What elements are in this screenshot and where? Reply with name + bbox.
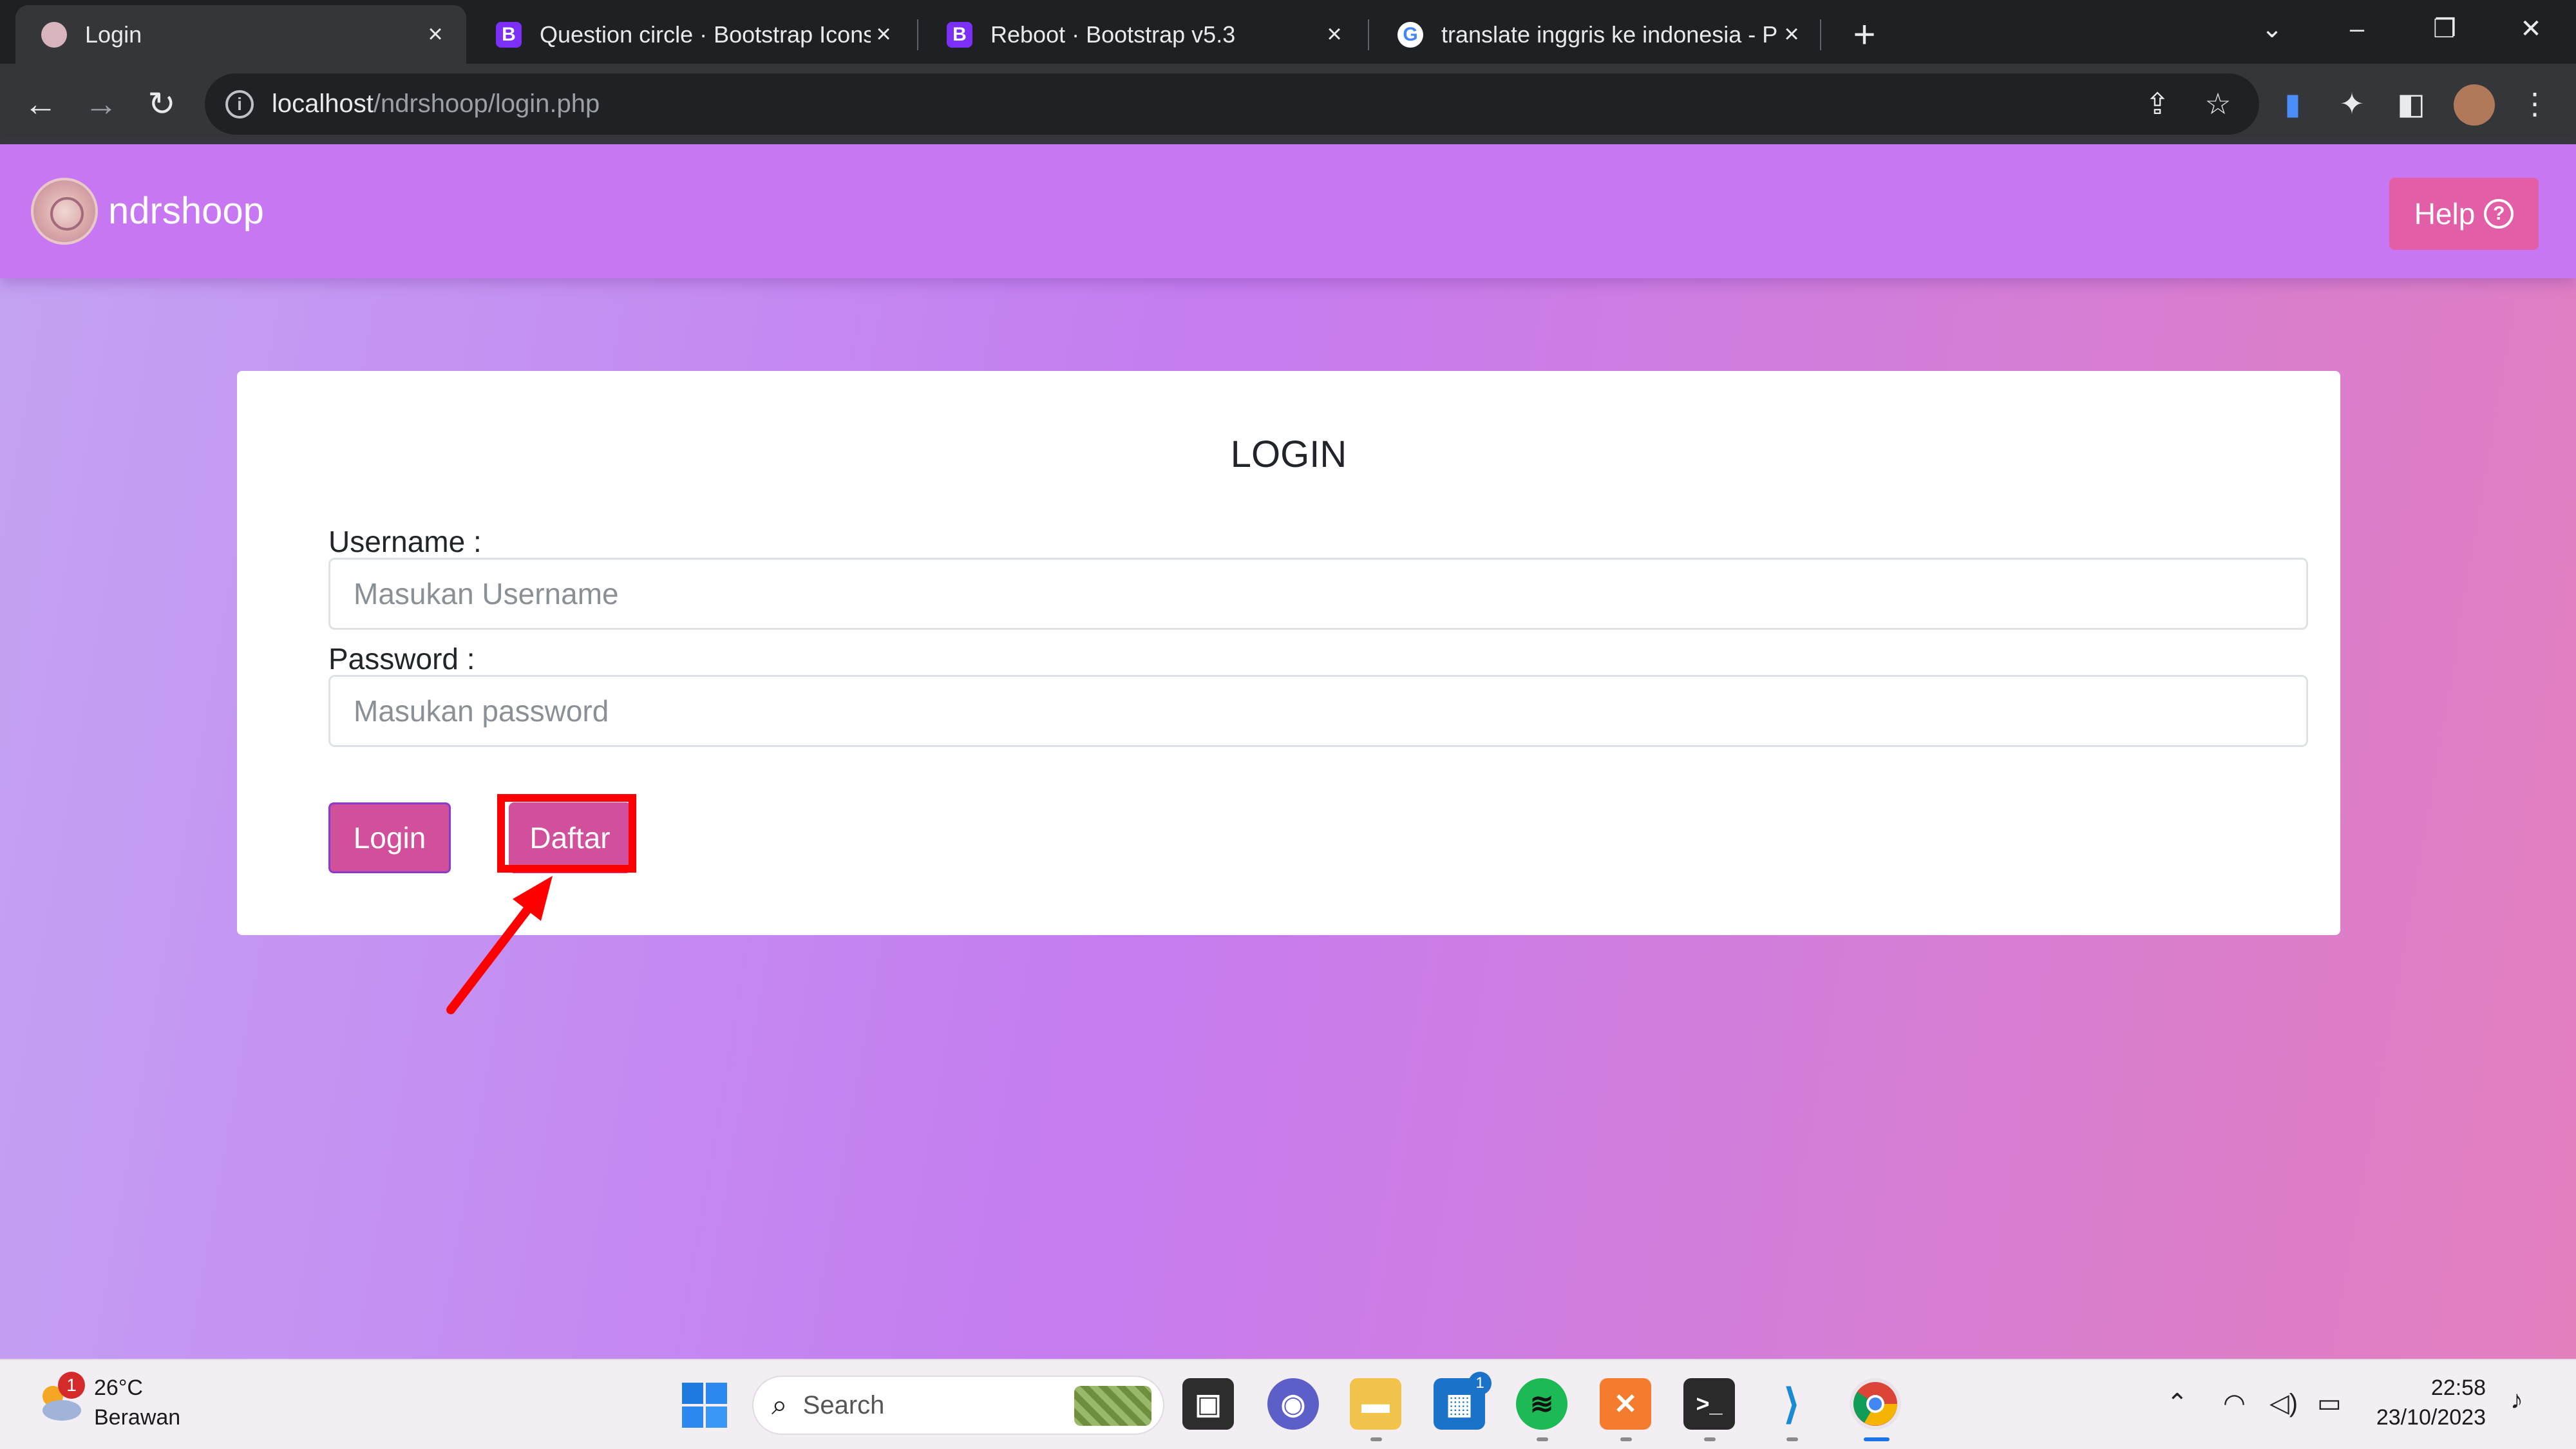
page-background: ndrshoop Help ? LOGIN Username : Passwor… (0, 144, 2576, 1359)
active-indicator (1864, 1437, 1889, 1441)
bootstrap-icon: B (947, 21, 972, 48)
notification-bell-icon[interactable]: ♪ (2510, 1386, 2523, 1415)
clock-date[interactable]: 23/10/2023 (2351, 1405, 2486, 1430)
login-button[interactable]: Login (328, 802, 451, 873)
username-label: Username : (328, 525, 482, 558)
login-title: LOGIN (1230, 433, 1347, 475)
tab-divider (1820, 19, 1821, 50)
google-icon: G (1397, 21, 1423, 48)
tab-google-translate[interactable]: G translate inggris ke indonesia - P × (1372, 5, 1823, 64)
search-highlight-art (1074, 1386, 1151, 1426)
xampp-icon[interactable]: ✕ (1600, 1378, 1651, 1430)
bootstrap-icon: B (496, 21, 522, 48)
tab-search-icon[interactable]: ⌄ (2233, 0, 2311, 58)
help-button[interactable]: Help ? (2389, 178, 2539, 250)
windows-start-icon[interactable] (680, 1381, 729, 1430)
password-label: Password : (328, 642, 475, 676)
close-icon[interactable]: × (1321, 20, 1347, 48)
address-bar[interactable]: i localhost/ndrshoop/login.php (205, 73, 2259, 135)
tab-title: translate inggris ke indonesia - P (1441, 21, 1778, 48)
weather-temperature: 26°C (94, 1376, 143, 1400)
annotation-arrow-icon (446, 876, 553, 1014)
chrome-icon[interactable] (1850, 1378, 1901, 1430)
tab-bootstrap-icons[interactable]: B Question circle · Bootstrap Icons × (470, 5, 914, 64)
weather-description: Berawan (94, 1405, 181, 1430)
battery-icon[interactable]: ▭ (2317, 1388, 2342, 1418)
new-tab-icon[interactable]: + (1842, 12, 1887, 57)
profile-avatar[interactable] (2454, 84, 2495, 126)
help-label: Help (2414, 197, 2476, 231)
teams-chat-icon[interactable]: ◉ (1267, 1378, 1319, 1430)
close-icon[interactable]: × (422, 20, 448, 48)
password-input[interactable] (328, 675, 2308, 747)
running-indicator (1537, 1437, 1548, 1441)
browser-tab-bar: Login × B Question circle · Bootstrap Ic… (0, 0, 2576, 64)
forward-arrow-icon[interactable]: → (79, 82, 124, 127)
taskbar-search[interactable]: ⌕ Search (752, 1376, 1164, 1435)
tab-title: Question circle · Bootstrap Icons (540, 21, 871, 48)
wifi-icon[interactable]: ◠ (2223, 1388, 2246, 1418)
tab-divider (1368, 19, 1369, 50)
extensions-puzzle-icon[interactable]: ✦ (2333, 84, 2371, 123)
tab-title: Login (85, 21, 142, 48)
clock-time[interactable]: 22:58 (2351, 1376, 2486, 1401)
spotify-icon[interactable]: ≋ (1516, 1378, 1567, 1430)
volume-icon[interactable]: ◁) (2269, 1388, 2298, 1418)
tab-bootstrap-reboot[interactable]: B Reboot · Bootstrap v5.3 × (921, 5, 1365, 64)
share-icon[interactable]: ⇪ (2138, 84, 2177, 123)
search-label: Search (802, 1390, 885, 1419)
search-icon: ⌕ (772, 1389, 788, 1421)
brand-logo[interactable] (31, 178, 98, 245)
address-host: localhost (272, 90, 374, 118)
tab-divider (917, 19, 918, 50)
running-indicator (1786, 1437, 1798, 1441)
minimize-icon[interactable]: – (2318, 0, 2396, 58)
menu-kebab-icon[interactable]: ⋮ (2515, 84, 2554, 123)
side-panel-icon[interactable]: ◧ (2392, 84, 2430, 123)
running-indicator (1370, 1437, 1382, 1441)
site-navbar: ndrshoop Help ? (0, 144, 2576, 278)
terminal-icon[interactable]: >_ (1683, 1378, 1735, 1430)
username-input[interactable] (328, 558, 2308, 630)
close-icon[interactable]: × (871, 20, 896, 48)
store-badge: 1 (1468, 1372, 1492, 1395)
tab-title: Reboot · Bootstrap v5.3 (990, 21, 1236, 48)
brand-name[interactable]: ndrshoop (108, 189, 264, 232)
bookmark-star-icon[interactable]: ☆ (2199, 84, 2237, 123)
annotation-highlight-box (497, 794, 636, 873)
question-circle-icon: ? (2484, 199, 2514, 229)
browser-toolbar: ← → ↻ i localhost/ndrshoop/login.php ⇪ ☆… (0, 64, 2576, 144)
back-arrow-icon[interactable]: ← (18, 82, 63, 127)
site-info-icon[interactable]: i (225, 90, 254, 118)
chevron-up-icon[interactable]: ⌃ (2166, 1388, 2188, 1418)
running-indicator (1704, 1437, 1716, 1441)
extension-doc-icon[interactable]: ▮ (2273, 84, 2312, 123)
running-indicator (1620, 1437, 1632, 1441)
window-close-icon[interactable]: ✕ (2492, 0, 2570, 58)
restore-icon[interactable]: ❐ (2406, 0, 2483, 58)
address-path: /ndrshoop/login.php (373, 90, 600, 118)
close-icon[interactable]: × (1779, 20, 1804, 48)
taskbar: 1 26°C Berawan ⌕ Search ▣ ◉ ▬ ▦ 1 ≋ ✕ >_… (0, 1359, 2576, 1449)
file-explorer-icon[interactable]: ▬ (1350, 1378, 1401, 1430)
site-logo-icon (41, 21, 67, 48)
reload-icon[interactable]: ↻ (139, 82, 184, 127)
vscode-icon[interactable]: ⟩ (1766, 1378, 1817, 1430)
tab-login[interactable]: Login × (15, 5, 466, 64)
weather-badge: 1 (58, 1372, 85, 1399)
task-view-icon[interactable]: ▣ (1182, 1378, 1234, 1430)
